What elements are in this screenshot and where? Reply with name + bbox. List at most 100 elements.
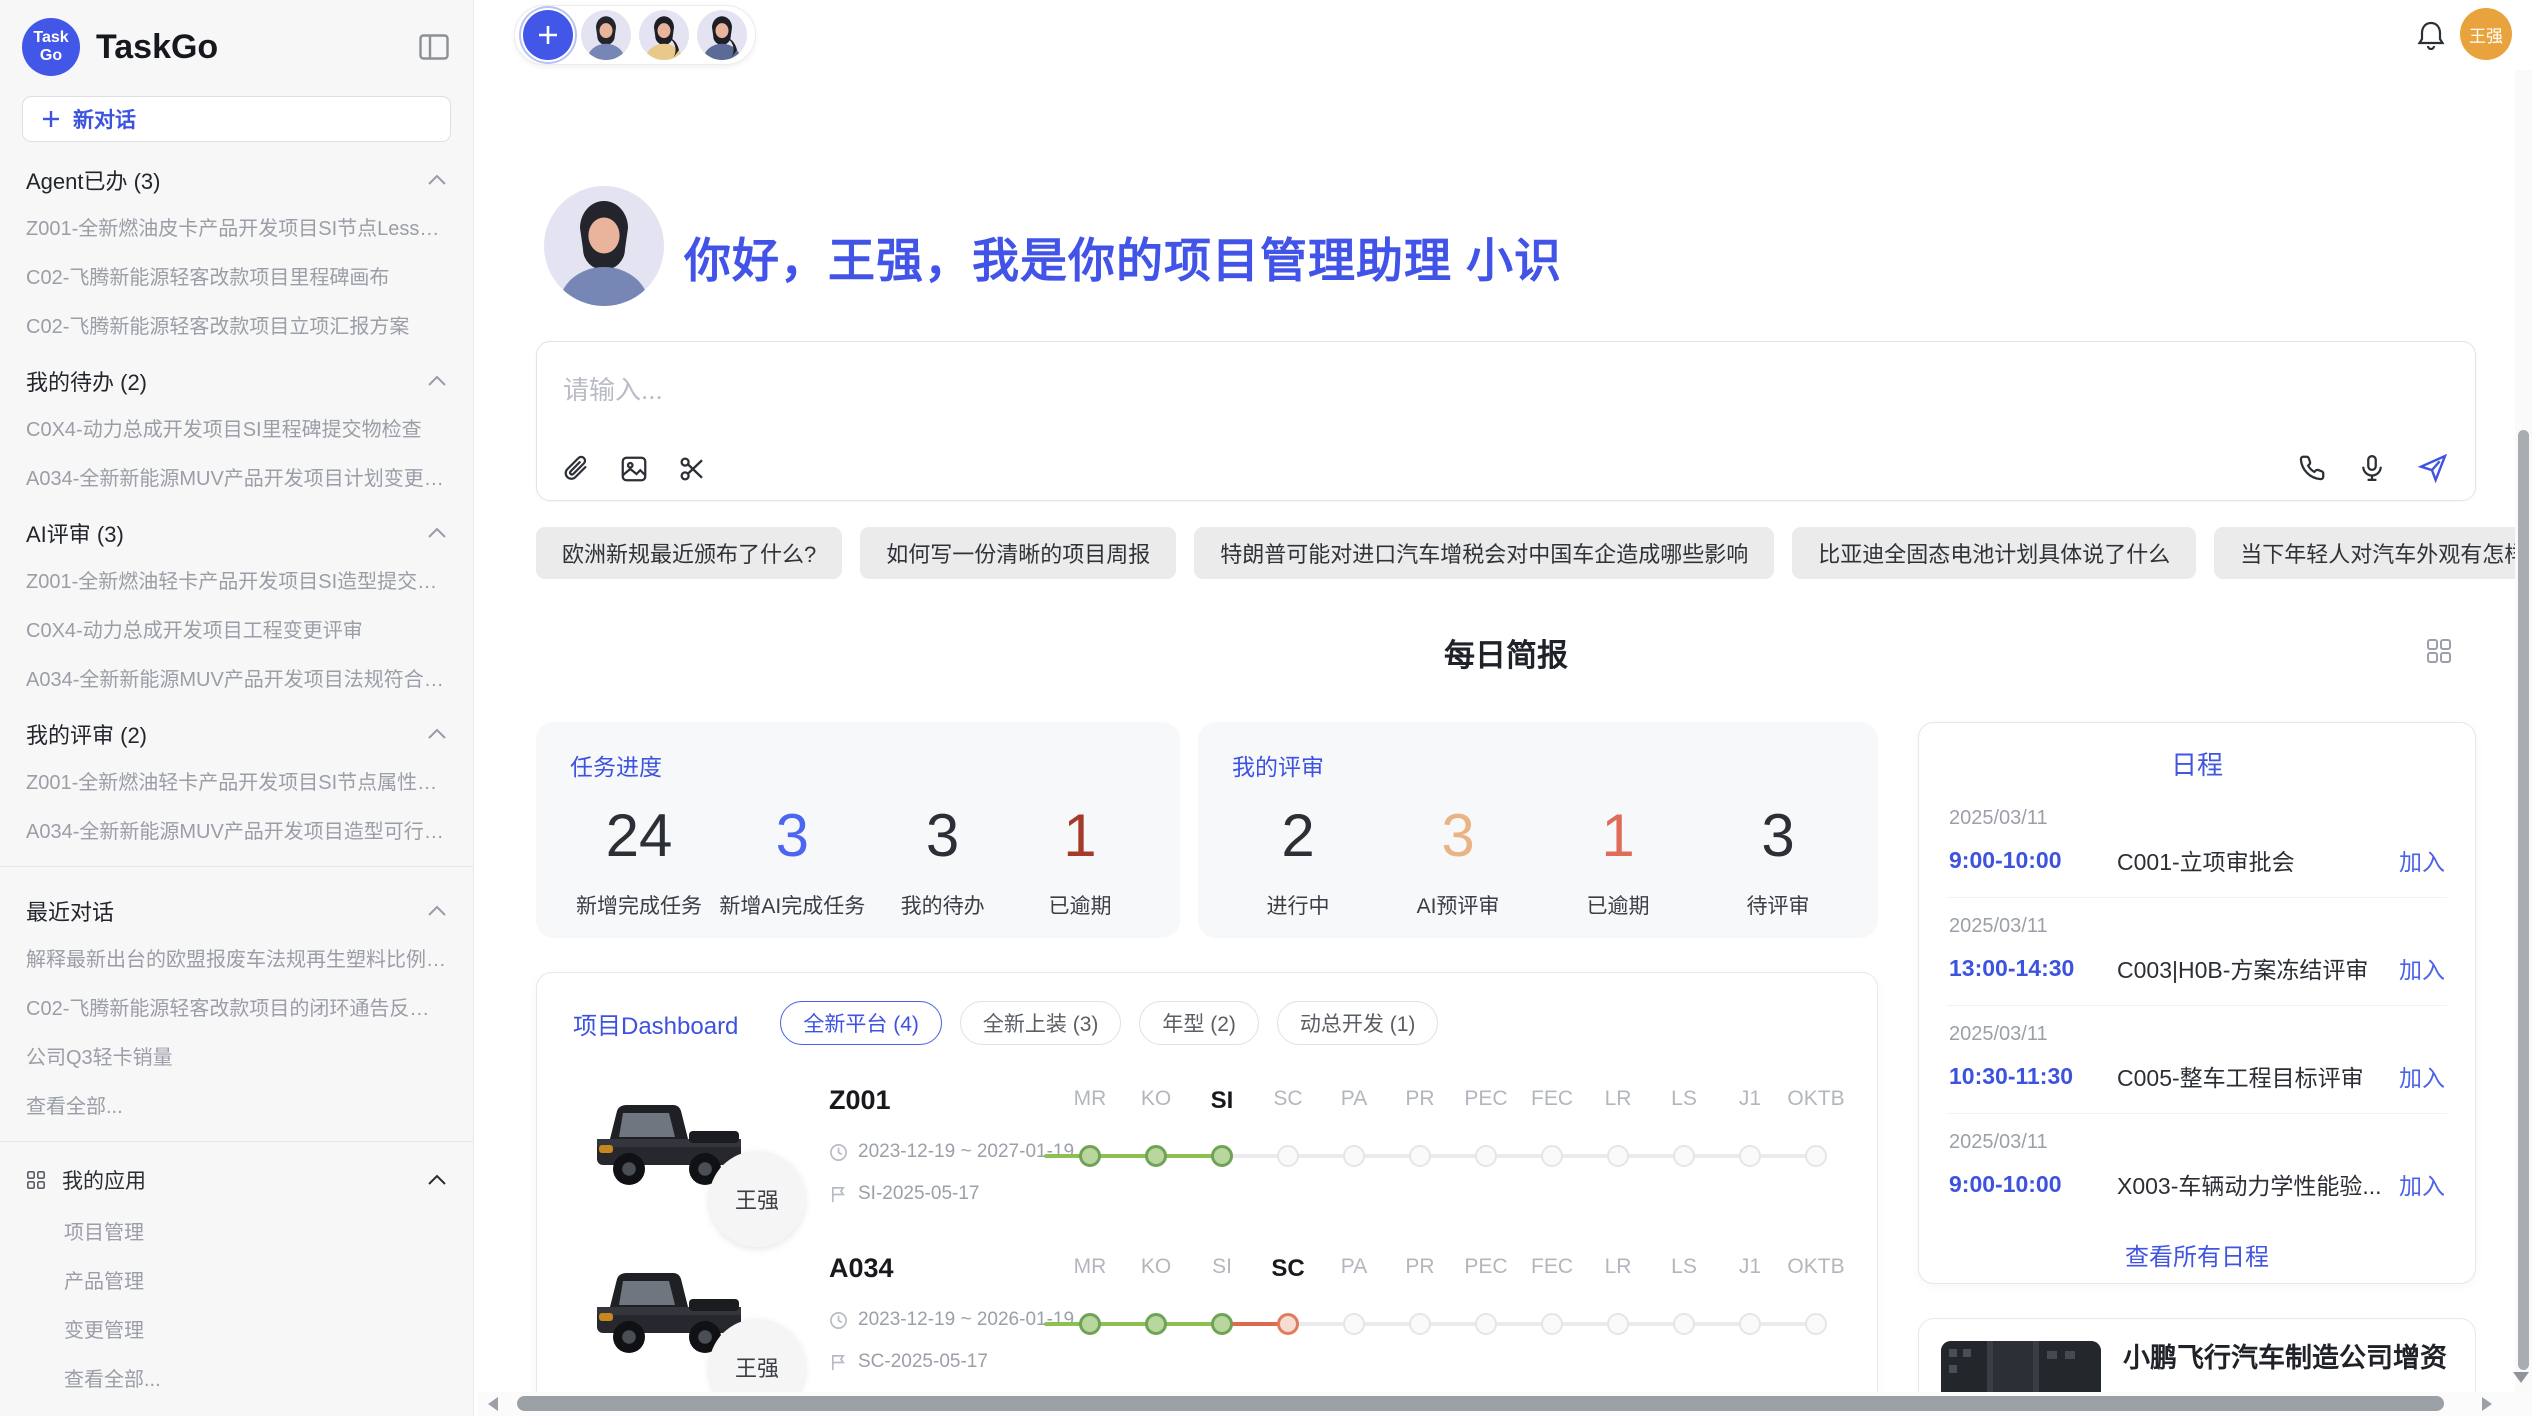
sidebar-task-item[interactable]: Z001-全新燃油轻卡产品开发项目SI造型提交物评审 [0,555,473,604]
sidebar-task-item[interactable]: C02-飞腾新能源轻客改款项目立项汇报方案 [0,300,473,349]
dashboard-filter-chip[interactable]: 全新平台 (4) [780,1001,942,1045]
sidebar-recent-item[interactable]: 公司Q3轻卡销量 [0,1031,473,1080]
sidebar-task-item[interactable]: Z001-全新燃油轻卡产品开发项目SI节点属性5D文件评审 [0,756,473,805]
schedule-name: C003|H0B-方案冻结评审 [2117,951,2385,985]
sidebar-item-folder[interactable]: 我的云空间 [0,1402,473,1416]
schedule-join-link[interactable]: 加入 [2399,1059,2445,1093]
scroll-right-arrow-icon[interactable] [2482,1397,2492,1411]
suggestion-chip[interactable]: 特朗普可能对进口汽车增税会对中国车企造成哪些影响 [1194,527,1774,579]
horizontal-scrollbar-thumb[interactable] [517,1396,2444,1411]
milestone-label: PR [1387,1255,1453,1283]
project-row[interactable]: 王强Z0012023-12-19 ~ 2027-01-19SI-2025-05-… [537,1079,1877,1247]
milestone-label: PR [1387,1087,1453,1115]
vertical-scrollbar[interactable] [2515,70,2532,1416]
sidebar-task-item[interactable]: A034-全新新能源MUV产品开发项目法规符合性评审 [0,653,473,702]
notifications-bell-icon[interactable] [2417,20,2445,50]
sidebar-task-item[interactable]: C02-飞腾新能源轻客改款项目里程碑画布 [0,251,473,300]
milestone-label: LR [1585,1255,1651,1283]
sidebar-section-header[interactable]: 我的评审 (2) [0,702,473,756]
stat-value: 2 [1281,800,1314,872]
recent-view-all-link[interactable]: 查看全部... [0,1080,473,1129]
send-icon[interactable] [2417,452,2449,484]
milestone-dot [1079,1145,1101,1167]
stat-value: 1 [1601,800,1634,872]
sidebar-sections: Agent已办 (3) Z001-全新燃油皮卡产品开发项目SI节点Lesson L… [0,148,473,854]
call-icon[interactable] [2297,453,2327,483]
schedule-date: 2025/03/11 [1949,807,2445,830]
sidebar-app-item[interactable]: 查看全部... [0,1353,473,1402]
schedule-time: 9:00-10:00 [1949,847,2117,874]
divider [0,1141,473,1142]
milestone-dot [1475,1313,1497,1335]
sidebar-task-item[interactable]: Z001-全新燃油皮卡产品开发项目SI节点Lesson Learn报告 [0,202,473,251]
assistant-avatar[interactable] [697,10,747,60]
sidebar-task-item[interactable]: A034-全新新能源MUV产品开发项目计划变更表编写 [0,452,473,501]
sidebar-section-title: Agent已办 (3) [26,164,161,196]
assistant-avatar[interactable] [639,10,689,60]
milestone-dot [1541,1313,1563,1335]
milestone-dot [1343,1145,1365,1167]
stat-value: 3 [1441,800,1474,872]
sidebar-section-title: 最近对话 [26,895,114,927]
view-all-schedule-link[interactable]: 查看所有日程 [1947,1237,2447,1272]
scissors-icon[interactable] [677,454,707,484]
sidebar-recent-item[interactable]: 解释最新出台的欧盟报废车法规再生塑料比例被调至15%... [0,933,473,982]
project-row[interactable]: 王强A0342023-12-19 ~ 2026-01-19SC-2025-05-… [537,1247,1877,1415]
new-chat-button[interactable]: 新对话 [22,96,451,142]
milestone-dot [1673,1313,1695,1335]
sidebar-task-item[interactable]: C0X4-动力总成开发项目工程变更评审 [0,604,473,653]
app-logo: Task Go [22,18,80,76]
sidebar-app-item[interactable]: 变更管理 [0,1304,473,1353]
suggestion-chip[interactable]: 如何写一份清晰的项目周报 [860,527,1176,579]
sidebar-section-header[interactable]: 我的待办 (2) [0,349,473,403]
divider [0,866,473,867]
assistant-avatar[interactable] [581,10,631,60]
dashboard-filters: 全新平台 (4) 全新上装 (3) 年型 (2) 动总开发 (1) [780,1001,1438,1045]
sidebar-section-header[interactable]: Agent已办 (3) [0,148,473,202]
suggestion-chip[interactable]: 比亚迪全固态电池计划具体说了什么 [1792,527,2196,579]
sidebar-task-item[interactable]: A034-全新新能源MUV产品开发项目造型可行性评审 [0,805,473,854]
schedule-join-link[interactable]: 加入 [2399,951,2445,985]
sidebar-task-item[interactable]: C0X4-动力总成开发项目SI里程碑提交物检查 [0,403,473,452]
image-icon[interactable] [619,454,649,484]
sidebar-section-header[interactable]: 最近对话 [0,879,473,933]
scroll-down-arrow-icon[interactable] [2513,1372,2529,1383]
milestone-label: J1 [1717,1255,1783,1283]
sidebar-section-header[interactable]: AI评审 (3) [0,501,473,555]
sidebar-item-my-apps[interactable]: 我的应用 [0,1154,473,1206]
apps-grid-icon [26,1170,46,1190]
milestone-label: PEC [1453,1255,1519,1283]
horizontal-scrollbar[interactable] [478,1392,2532,1416]
milestone-dot [1277,1145,1299,1167]
attach-icon[interactable] [561,454,591,484]
stat-label: 已逾期 [1048,890,1111,920]
plus-icon [41,109,61,129]
suggestion-chip[interactable]: 欧洲新规最近颁布了什么? [536,527,842,579]
dashboard-filter-chip[interactable]: 年型 (2) [1139,1001,1259,1045]
add-assistant-button[interactable] [523,10,573,60]
scroll-left-arrow-icon[interactable] [488,1397,498,1411]
milestone-label: SI [1189,1255,1255,1283]
sidebar: Task Go TaskGo 新对话 Agent已办 (3)Z001-全新燃油皮… [0,0,474,1416]
dashboard-filter-chip[interactable]: 全新上装 (3) [960,1001,1122,1045]
layout-grid-icon[interactable] [2426,638,2452,664]
schedule-date: 2025/03/11 [1949,1023,2445,1046]
mic-icon[interactable] [2357,453,2387,483]
schedule-join-link[interactable]: 加入 [2399,1167,2445,1201]
sidebar-app-item[interactable]: 项目管理 [0,1206,473,1255]
schedule-date: 2025/03/11 [1949,915,2445,938]
message-composer[interactable]: 请输入... [536,341,2476,501]
sidebar-collapse-icon[interactable] [419,34,449,60]
vertical-scrollbar-thumb[interactable] [2518,430,2529,1370]
stat-card-title: 任务进度 [570,748,1146,782]
schedule-join-link[interactable]: 加入 [2399,843,2445,877]
schedule-title: 日程 [1947,745,2447,782]
user-avatar[interactable]: 王强 [2460,8,2512,60]
milestone-dot [1739,1313,1761,1335]
logo-line2: Go [40,47,62,65]
dashboard-filter-chip[interactable]: 动总开发 (1) [1277,1001,1439,1045]
suggestion-chip[interactable]: 当下年轻人对汽车外观有怎样的喜好趋势 [2214,527,2532,579]
stat: 24新增完成任务 [576,800,702,920]
sidebar-recent-item[interactable]: C02-飞腾新能源轻客改款项目的闭环通告反馈情况 [0,982,473,1031]
sidebar-app-item[interactable]: 产品管理 [0,1255,473,1304]
